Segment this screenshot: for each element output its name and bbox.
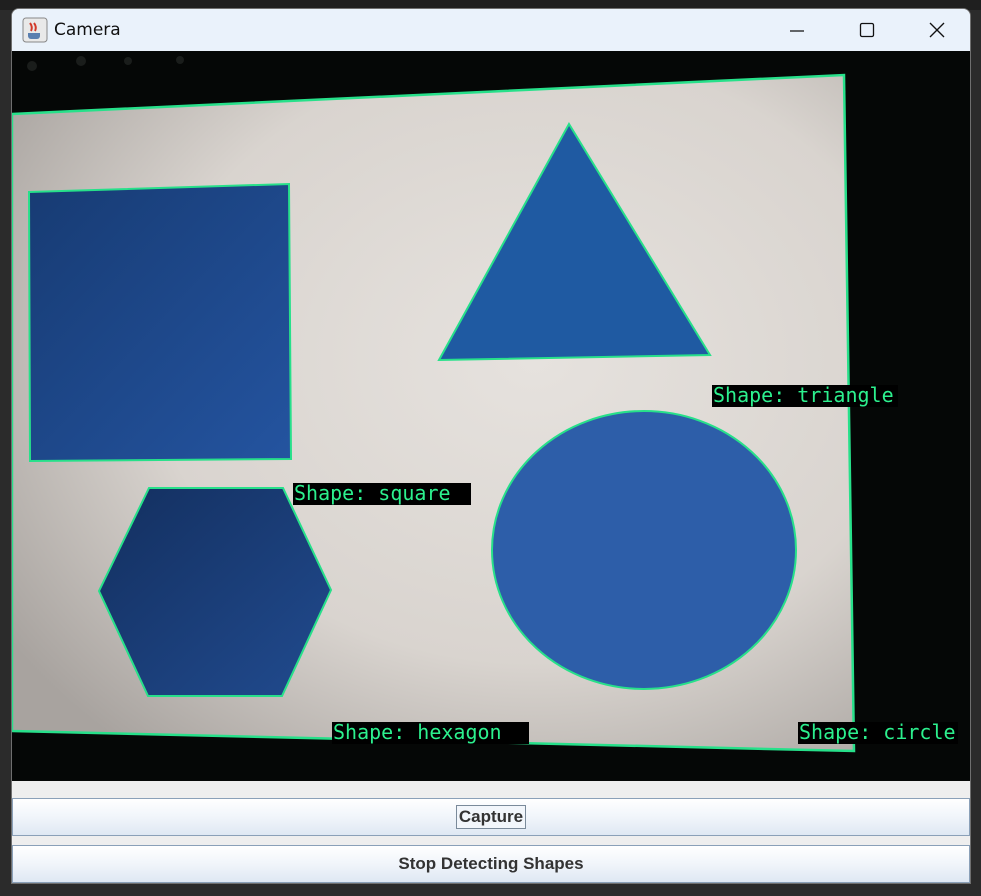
- label-circle-text: Shape: circle: [799, 720, 956, 744]
- close-button[interactable]: [902, 9, 970, 51]
- label-triangle-text: Shape: triangle: [713, 383, 894, 407]
- close-icon: [929, 22, 945, 38]
- label-square: Shape: square: [293, 481, 471, 505]
- camera-window: Camera Shape: triangle Shape: square Sha…: [11, 8, 971, 884]
- hexagon-shape: [97, 487, 333, 697]
- label-hexagon-text: Shape: hexagon: [333, 720, 502, 744]
- capture-button[interactable]: Capture: [12, 798, 970, 836]
- label-hexagon: Shape: hexagon: [332, 720, 529, 744]
- label-square-text: Shape: square: [294, 481, 451, 505]
- label-circle: Shape: circle: [798, 720, 958, 744]
- minimize-icon: [790, 30, 804, 32]
- stop-detecting-button[interactable]: Stop Detecting Shapes: [12, 845, 970, 883]
- maximize-icon: [859, 22, 875, 38]
- camera-feed: Shape: triangle Shape: square Shape: hex…: [12, 51, 970, 781]
- square-shape: [27, 182, 293, 463]
- maximize-button[interactable]: [832, 9, 902, 51]
- label-triangle: Shape: triangle: [712, 383, 898, 407]
- capture-button-label: Capture: [455, 805, 527, 829]
- circle-shape: [491, 410, 797, 690]
- minimize-button[interactable]: [762, 9, 832, 51]
- camera-frame: Shape: triangle Shape: square Shape: hex…: [12, 51, 970, 781]
- window-title: Camera: [54, 20, 121, 40]
- java-cup-icon: [22, 17, 48, 43]
- stop-detecting-button-label: Stop Detecting Shapes: [398, 854, 584, 873]
- title-bar[interactable]: Camera: [12, 9, 970, 51]
